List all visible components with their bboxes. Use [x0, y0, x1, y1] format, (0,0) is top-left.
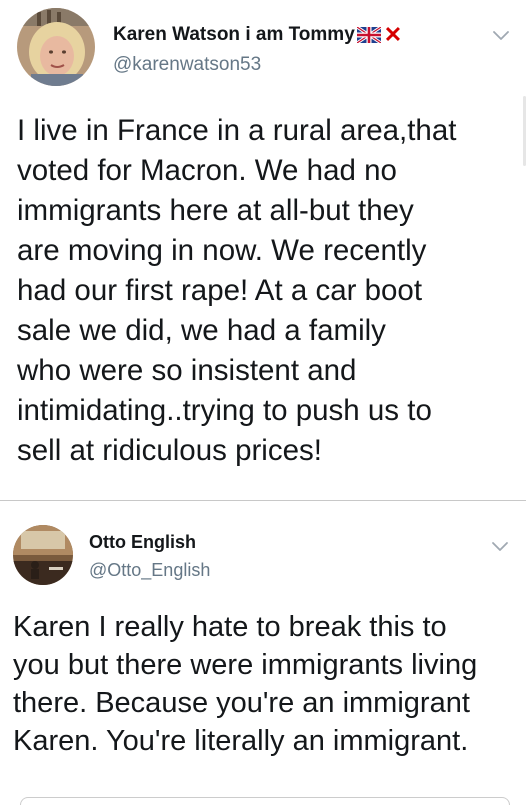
next-card-edge	[20, 797, 510, 805]
chevron-down-icon[interactable]	[491, 540, 509, 552]
avatar-image	[13, 525, 73, 585]
tweet-karen[interactable]: Karen Watson i am Tommy ✕ @karenwatson53…	[0, 0, 526, 500]
tweet-text: Karen I really hate to break this to you…	[13, 611, 478, 757]
avatar[interactable]	[13, 525, 73, 585]
display-name[interactable]: Karen Watson i am Tommy ✕	[113, 24, 402, 46]
uk-flag-icon	[356, 27, 381, 43]
red-x-icon: ✕	[383, 22, 403, 47]
tweet-otto[interactable]: Otto English @Otto_English Karen I reall…	[0, 500, 526, 805]
chevron-down-icon[interactable]	[492, 29, 510, 41]
username-handle[interactable]: @Otto_English	[89, 560, 210, 581]
username-handle[interactable]: @karenwatson53	[113, 54, 261, 76]
tweet-text: I live in France in a rural area,that vo…	[17, 114, 457, 467]
display-name[interactable]: Otto English	[89, 532, 196, 553]
display-name-text: Karen Watson i am Tommy	[113, 24, 355, 45]
avatar[interactable]	[17, 8, 95, 86]
avatar-image	[17, 8, 95, 86]
